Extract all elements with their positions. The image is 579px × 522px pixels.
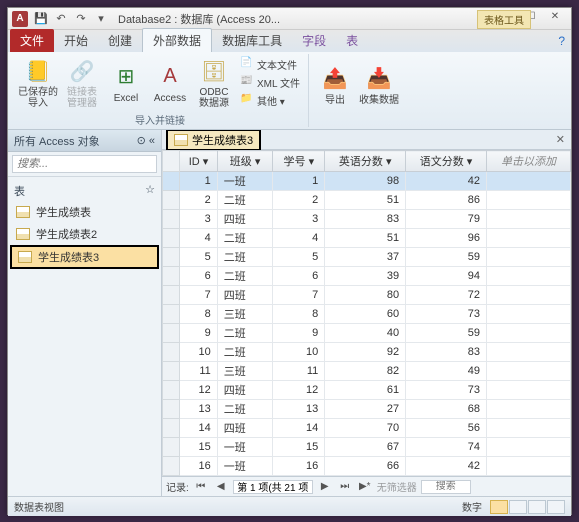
nav-item-table[interactable]: 学生成绩表 — [8, 201, 161, 223]
navigation-pane: 所有 Access 对象⊙ « 表☆ 学生成绩表学生成绩表2学生成绩表3 — [8, 130, 162, 496]
tab-create[interactable]: 创建 — [98, 29, 142, 52]
redo-icon[interactable]: ↷ — [72, 11, 90, 27]
table-row[interactable]: 1一班19842 — [163, 172, 571, 191]
undo-icon[interactable]: ↶ — [52, 11, 70, 27]
tab-home[interactable]: 开始 — [54, 29, 98, 52]
tab-fields[interactable]: 字段 — [292, 29, 336, 52]
last-record-button[interactable]: ⏭ — [337, 481, 353, 492]
table-row[interactable]: 16一班166642 — [163, 457, 571, 476]
table-row[interactable]: 3四班38379 — [163, 210, 571, 229]
export-button[interactable]: 📤导出 — [315, 63, 355, 106]
nav-item-table[interactable]: 学生成绩表2 — [8, 223, 161, 245]
record-position-input[interactable] — [233, 480, 313, 494]
numlock-label: 数字 — [462, 499, 482, 514]
nav-header[interactable]: 所有 Access 对象⊙ « — [8, 130, 161, 152]
linked-table-manager-button[interactable]: 🔗链接表 管理器 — [62, 55, 102, 109]
record-search-input[interactable] — [421, 480, 471, 494]
chevron-down-icon: ⊙ « — [137, 134, 155, 147]
import-text-file-button[interactable]: 📄文本文件 — [238, 56, 302, 73]
table-row[interactable]: 2二班25186 — [163, 191, 571, 210]
column-header[interactable]: 英语分数 ▾ — [325, 151, 406, 172]
close-button[interactable]: ✕ — [543, 11, 567, 27]
nav-item-table[interactable]: 学生成绩表3 — [10, 245, 159, 269]
tab-table[interactable]: 表 — [336, 29, 368, 52]
no-filter-label: 无筛选器 — [377, 479, 417, 494]
nav-search-input[interactable] — [12, 155, 157, 173]
ribbon-body: 📒已保存的 导入 🔗链接表 管理器 ⊞Excel AAccess 🗄ODBC 数… — [8, 52, 571, 130]
close-document-button[interactable]: ✕ — [550, 133, 571, 146]
nav-group-tables[interactable]: 表☆ — [8, 181, 161, 201]
table-row[interactable]: 6二班63994 — [163, 267, 571, 286]
qat-dropdown-icon[interactable]: ▾ — [92, 11, 110, 27]
pivot-view-button[interactable] — [528, 500, 546, 514]
document-tab-bar: 学生成绩表3 ✕ — [162, 130, 571, 150]
datasheet-grid[interactable]: ID ▾班级 ▾学号 ▾英语分数 ▾语文分数 ▾单击以添加1一班198422二班… — [162, 150, 571, 476]
table-row[interactable]: 9二班94059 — [163, 324, 571, 343]
view-mode-label: 数据表视图 — [14, 499, 64, 514]
table-row[interactable]: 15一班156774 — [163, 438, 571, 457]
new-record-button[interactable]: ▶* — [357, 481, 373, 492]
add-column-header[interactable]: 单击以添加 — [486, 151, 570, 172]
table-row[interactable]: 12四班126173 — [163, 381, 571, 400]
import-xml-file-button[interactable]: 📰XML 文件 — [238, 74, 302, 91]
quick-access-toolbar: 💾 ↶ ↷ ▾ — [32, 11, 110, 27]
ribbon-group-import: 📒已保存的 导入 🔗链接表 管理器 ⊞Excel AAccess 🗄ODBC 数… — [12, 54, 309, 127]
saved-imports-button[interactable]: 📒已保存的 导入 — [18, 55, 58, 109]
document-area: 学生成绩表3 ✕ ID ▾班级 ▾学号 ▾英语分数 ▾语文分数 ▾单击以添加1一… — [162, 130, 571, 496]
table-icon — [174, 134, 188, 146]
table-row[interactable]: 14四班147056 — [163, 419, 571, 438]
table-row[interactable]: 13二班132768 — [163, 400, 571, 419]
status-bar: 数据表视图 数字 — [8, 496, 571, 516]
tab-database-tools[interactable]: 数据库工具 — [212, 29, 292, 52]
window-title: Database2 : 数据库 (Access 20... — [118, 11, 495, 27]
table-row[interactable]: 11三班118249 — [163, 362, 571, 381]
save-icon[interactable]: 💾 — [32, 11, 50, 27]
import-other-button[interactable]: 📁其他 ▾ — [238, 92, 302, 109]
contextual-tab-header: 表格工具 — [477, 10, 531, 29]
app-window: A 💾 ↶ ↷ ▾ Database2 : 数据库 (Access 20... … — [7, 7, 572, 515]
prev-record-button[interactable]: ◀ — [213, 481, 229, 492]
record-navigator: 记录: ⏮ ◀ ▶ ⏭ ▶* 无筛选器 — [162, 476, 571, 496]
table-row[interactable]: 4二班45196 — [163, 229, 571, 248]
column-header[interactable]: 学号 ▾ — [273, 151, 325, 172]
table-icon — [16, 206, 30, 218]
import-odbc-button[interactable]: 🗄ODBC 数据源 — [194, 55, 234, 109]
datasheet-view-button[interactable] — [490, 500, 508, 514]
column-header[interactable]: ID ▾ — [180, 151, 218, 172]
import-excel-button[interactable]: ⊞Excel — [106, 61, 146, 104]
collect-data-button[interactable]: 📥收集数据 — [359, 63, 399, 106]
design-view-button[interactable] — [509, 500, 527, 514]
column-header[interactable]: 班级 ▾ — [217, 151, 273, 172]
tab-external-data[interactable]: 外部数据 — [142, 28, 212, 52]
content-area: 所有 Access 对象⊙ « 表☆ 学生成绩表学生成绩表2学生成绩表3 学生成… — [8, 130, 571, 496]
first-record-button[interactable]: ⏮ — [193, 481, 209, 492]
table-row[interactable]: 7四班78072 — [163, 286, 571, 305]
next-record-button[interactable]: ▶ — [317, 481, 333, 492]
tab-file[interactable]: 文件 — [10, 29, 54, 52]
help-icon[interactable]: ? — [558, 34, 565, 48]
table-icon — [16, 228, 30, 240]
table-row[interactable]: 8三班86073 — [163, 305, 571, 324]
table-icon — [18, 251, 32, 263]
document-tab[interactable]: 学生成绩表3 — [166, 130, 261, 151]
ribbon-tabs: 文件 开始 创建 外部数据 数据库工具 字段 表 — [8, 30, 571, 52]
table-row[interactable]: 5二班53759 — [163, 248, 571, 267]
import-access-button[interactable]: AAccess — [150, 61, 190, 104]
chart-view-button[interactable] — [547, 500, 565, 514]
access-app-icon: A — [12, 11, 28, 27]
ribbon-group-export: 📤导出 📥收集数据 — [309, 54, 405, 127]
table-row[interactable]: 10二班109283 — [163, 343, 571, 362]
column-header[interactable]: 语文分数 ▾ — [406, 151, 487, 172]
